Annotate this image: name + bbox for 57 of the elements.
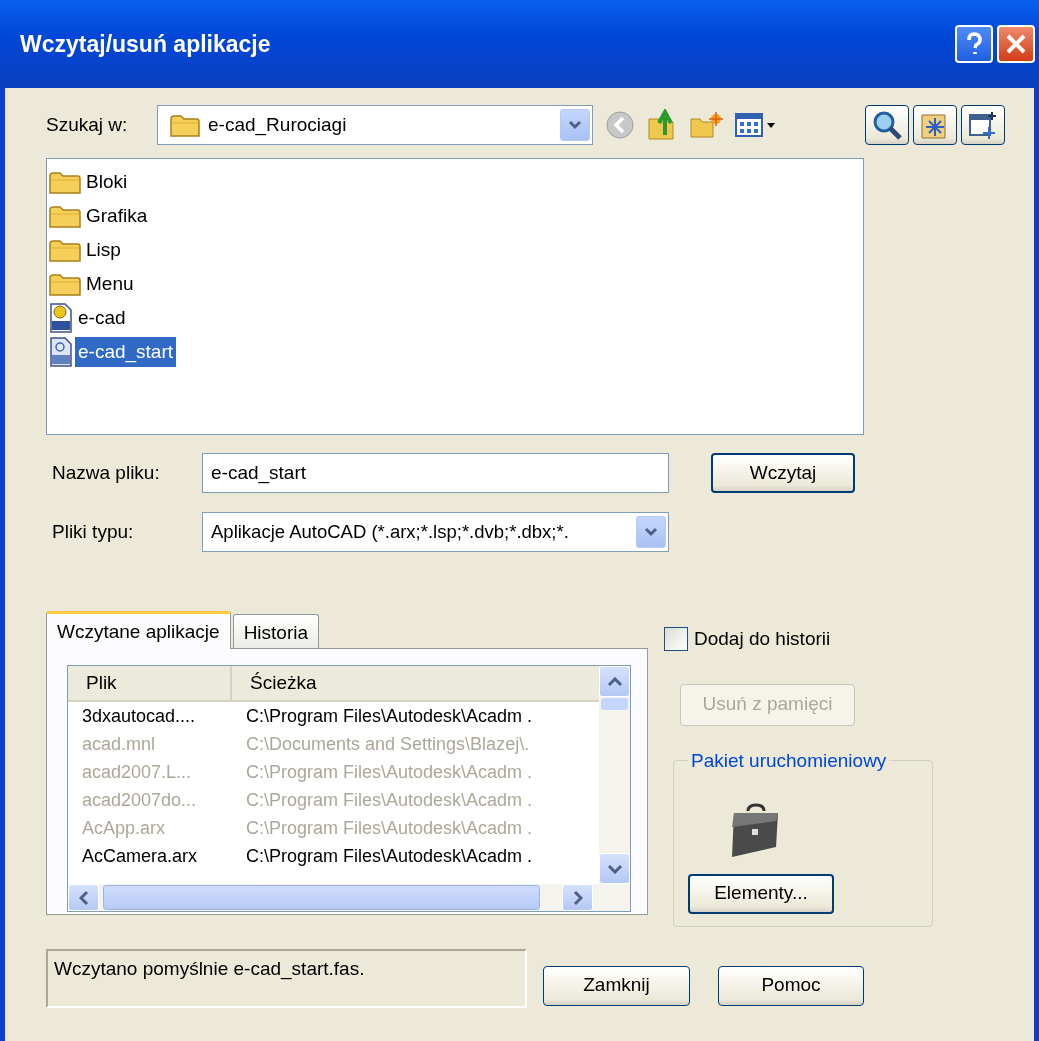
table-cell-text: acad.mnl (81, 732, 157, 756)
file-item[interactable]: Lisp (83, 235, 124, 265)
add-to-history-label: Dodaj do historii (694, 627, 831, 651)
vertical-scrollbar[interactable] (599, 666, 630, 884)
table-cell-text: C:\Program Files\Autodesk\Acadm . (245, 704, 533, 728)
sparkle-window-icon (967, 109, 999, 141)
search-icon (871, 109, 903, 141)
tab[interactable]: Wczytane aplikacje (46, 611, 231, 649)
scroll-thumb[interactable] (103, 885, 540, 910)
help-dialog-button[interactable]: Pomoc (718, 965, 864, 1006)
table-cell-text: C:\Program Files\Autodesk\Acadm . (245, 788, 533, 812)
file-name-field[interactable]: e-cad_start (202, 453, 669, 493)
look-in-dropdown[interactable]: e-cad_Rurociagi (157, 105, 593, 145)
window-title: Wczytaj/usuń aplikacje (20, 29, 272, 59)
document-icon (49, 303, 73, 333)
table-cell-text: 3dxautocad.... (81, 704, 197, 728)
scroll-down-icon[interactable] (599, 853, 630, 884)
tab[interactable]: Historia (232, 614, 320, 648)
table-cell-text: acad2007do... (81, 788, 198, 812)
table-cell-text: C:\Program Files\Autodesk\Acadm . (245, 760, 533, 784)
scroll-thumb[interactable] (601, 698, 628, 710)
file-item[interactable]: e-cad (75, 303, 129, 333)
scroll-left-icon[interactable] (68, 884, 99, 911)
column-header[interactable]: Ścieżka (232, 666, 594, 700)
file-type-dropdown[interactable]: Aplikacje AutoCAD (*.arx;*.lsp;*.dvb;*.dbx;*. (202, 512, 669, 552)
table-cell-text: C:\Program Files\Autodesk\Acadm . (245, 816, 533, 840)
scroll-up-icon[interactable] (599, 666, 630, 697)
add-to-history-checkbox[interactable] (664, 627, 688, 652)
up-folder-icon[interactable] (647, 109, 677, 141)
add-button[interactable] (961, 105, 1005, 145)
new-folder-icon[interactable] (689, 111, 723, 139)
table-cell-text: C:\Documents and Settings\Blazej\. (245, 732, 530, 756)
close-icon (1004, 32, 1028, 56)
file-item[interactable]: Grafika (83, 201, 151, 231)
close-button[interactable] (997, 25, 1035, 63)
document-icon (49, 337, 73, 367)
items-button[interactable]: Elementy... (688, 873, 834, 914)
table-cell-text: C:\Program Files\Autodesk\Acadm . (245, 844, 533, 868)
view-menu-icon[interactable] (735, 112, 777, 138)
help-button[interactable] (955, 25, 993, 63)
favorites-button[interactable] (913, 105, 957, 145)
file-item[interactable]: e-cad_start (75, 337, 177, 367)
table-cell-text: acad2007.L... (81, 760, 193, 784)
file-item[interactable]: Menu (83, 269, 137, 299)
look-in-label: Szukaj w: (46, 112, 129, 137)
horizontal-scrollbar[interactable] (68, 884, 630, 911)
table-cell-text: AcCamera.arx (81, 844, 199, 868)
search-button[interactable] (865, 105, 909, 145)
column-header[interactable]: Plik (68, 666, 232, 700)
status-message: Wczytano pomyślnie e-cad_start.fas. (46, 948, 527, 1008)
close-dialog-button[interactable]: Zamknij (543, 965, 690, 1006)
file-type-label: Pliki typu: (51, 519, 135, 544)
table-cell-text: AcApp.arx (81, 816, 167, 840)
file-name-label: Nazwa pliku: (51, 460, 161, 485)
file-item[interactable]: Bloki (83, 167, 131, 197)
load-button[interactable]: Wczytaj (711, 453, 855, 493)
scroll-right-icon[interactable] (562, 884, 593, 911)
